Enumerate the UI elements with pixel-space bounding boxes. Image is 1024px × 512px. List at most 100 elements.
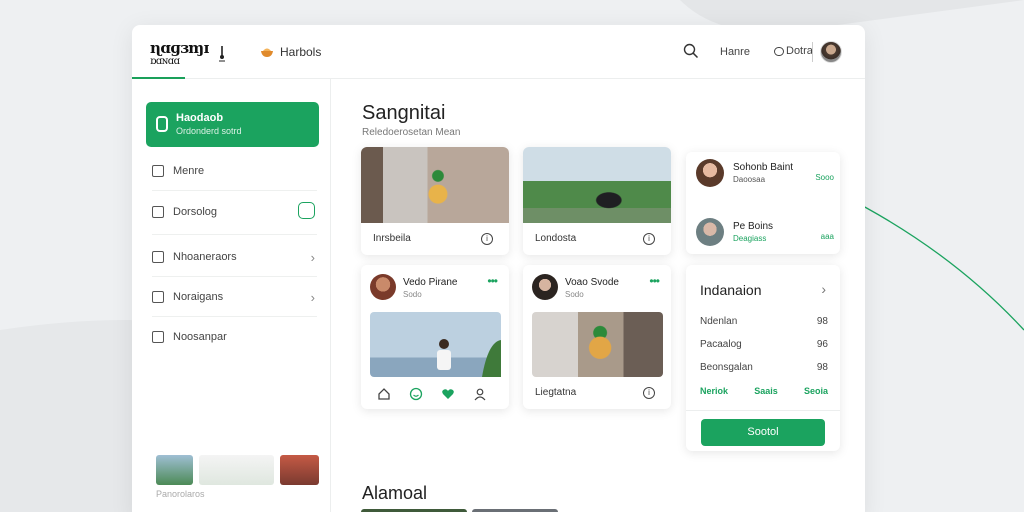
info-link[interactable]: Seoia (804, 386, 828, 396)
heart-icon[interactable] (441, 387, 455, 401)
avatar[interactable] (696, 159, 724, 187)
post-meta: Sodo (403, 290, 422, 299)
thumbnail[interactable] (198, 455, 275, 485)
info-row: Pacaalog 96 (700, 339, 828, 350)
sidebar-item-nhoaneraors[interactable]: Nhoaneraors › (152, 246, 317, 268)
post-image (370, 312, 501, 377)
info-row-value: 96 (816, 339, 828, 350)
sidebar-divider (152, 316, 317, 317)
brand-link[interactable]: Harbols (260, 45, 321, 59)
info-icon[interactable]: i (643, 387, 655, 399)
tile-icon (152, 291, 164, 303)
bowl-icon (261, 48, 273, 57)
media-caption: Londosta (535, 233, 577, 244)
sidebar-item-menu[interactable]: Menre (152, 160, 317, 182)
post-author: Voao Svode (565, 277, 619, 288)
search-icon[interactable] (683, 43, 699, 59)
top-bar: ɳɑɡɜɱɪ ɒɑɴɑɑ Harbols Hanre Dotra (132, 25, 865, 79)
app-logo[interactable]: ɳɑɡɜɱɪ ɒɑɴɑɑ (150, 41, 209, 68)
info-row-value: 98 (816, 362, 828, 373)
sidebar-item-noosanpar[interactable]: Noosanpar (152, 326, 317, 348)
info-row: Beonsgalan 98 (700, 362, 828, 373)
media-caption: Inrsbeila (373, 233, 411, 244)
information-card: Indanaion › Ndenlan 98 Pacaalog 96 Beons… (686, 265, 840, 451)
sidebar-item-label: Noosanpar (173, 331, 227, 343)
user-avatar[interactable] (820, 41, 842, 63)
person-row[interactable]: Sohonb Baint Daoosaa Sooo (696, 159, 834, 191)
nav-extra-label: Dotra (786, 45, 813, 57)
thumbnail[interactable] (156, 455, 193, 485)
post-caption: Liegtatna (535, 387, 577, 398)
emoji-icon[interactable] (409, 387, 423, 401)
avatar[interactable] (532, 274, 558, 300)
info-row-value: 98 (816, 316, 828, 327)
page-title: Sangnitai (362, 102, 446, 124)
person-name: Sohonb Baint (733, 162, 794, 173)
more-icon[interactable]: ••• (649, 274, 660, 288)
user-icon[interactable] (473, 387, 487, 401)
sidebar-item-label: Nhoaneraors (173, 251, 237, 263)
post-meta: Sodo (565, 290, 584, 299)
info-row-label: Pacaalog (700, 339, 742, 350)
sidebar-item-label: Noraigans (173, 291, 224, 303)
person-row[interactable]: Pe Boins Deagiass aaa (696, 218, 834, 250)
bag-icon (152, 251, 164, 263)
post-actions (377, 387, 487, 401)
sidebar-item-label: Dorsolog (173, 206, 218, 218)
sidebar-item-active[interactable]: Haodaob Ordonderd sotrd (146, 102, 319, 147)
sidebar-footer-label: Panorolaros (156, 489, 205, 499)
page-subtitle: Reledoerosetan Mean (362, 127, 461, 138)
nav-extra-link[interactable]: Dotra (774, 45, 813, 57)
list-icon (152, 165, 164, 177)
chevron-right-icon: › (310, 250, 315, 265)
person-action[interactable]: aaa (821, 232, 834, 241)
chevron-right-icon: › (310, 290, 315, 305)
info-card-divider (686, 410, 840, 411)
sidebar-active-title: Haodaob (176, 112, 224, 124)
people-card: Sohonb Baint Daoosaa Sooo Pe Boins Deagi… (686, 152, 840, 254)
post-card[interactable]: Vedo Pirane Sodo ••• (361, 265, 509, 409)
media-card[interactable]: Londosta i (523, 147, 671, 255)
media-image (361, 147, 509, 223)
info-row: Ndenlan 98 (700, 316, 828, 327)
info-link[interactable]: Neriok (700, 386, 728, 396)
person-action[interactable]: Sooo (815, 173, 834, 182)
sidebar-divider (152, 234, 317, 235)
media-card[interactable]: Inrsbeila i (361, 147, 509, 255)
avatar[interactable] (370, 274, 396, 300)
home-icon[interactable] (377, 387, 391, 401)
section-title: Alamoal (362, 483, 428, 503)
person-subtitle: Deagiass (733, 234, 767, 243)
chevron-right-icon[interactable]: › (821, 281, 826, 297)
info-card-title: Indanaion (700, 282, 762, 298)
post-author: Vedo Pirane (403, 277, 458, 288)
sidebar-item-dorsolog[interactable]: Dorsolog (152, 201, 317, 223)
header-divider (812, 42, 813, 62)
clipboard-icon (152, 206, 164, 218)
person-figure (437, 339, 501, 377)
nav-home-link[interactable]: Hanre (720, 46, 750, 58)
sidebar-divider (152, 276, 317, 277)
document-icon (156, 116, 168, 132)
brand-label: Harbols (280, 45, 322, 59)
calendar-icon (152, 331, 164, 343)
app-window: ɳɑɡɜɱɪ ɒɑɴɑɑ Harbols Hanre Dotra Haodaob… (132, 25, 865, 512)
microphone-icon[interactable] (216, 44, 228, 62)
info-links: Neriok Saais Seoia (700, 386, 828, 396)
post-card[interactable]: Voao Svode Sodo ••• Liegtatna i (523, 265, 671, 409)
person-name: Pe Boins (733, 221, 774, 232)
more-icon[interactable]: ••• (487, 274, 498, 288)
person-subtitle: Daoosaa (733, 175, 766, 184)
info-icon[interactable]: i (643, 233, 655, 245)
tag-icon (774, 46, 784, 56)
avatar[interactable] (696, 218, 724, 246)
toggle-switch[interactable] (298, 202, 315, 219)
primary-button[interactable]: Sootol (701, 419, 825, 446)
thumbnail[interactable] (280, 455, 319, 485)
info-link[interactable]: Saais (754, 386, 778, 396)
sidebar-item-noraigans[interactable]: Noraigans › (152, 286, 317, 308)
info-row-label: Beonsgalan (700, 362, 753, 373)
sidebar: Haodaob Ordonderd sotrd Menre Dorsolog N… (132, 79, 331, 512)
info-icon[interactable]: i (481, 233, 493, 245)
post-image (532, 312, 663, 377)
